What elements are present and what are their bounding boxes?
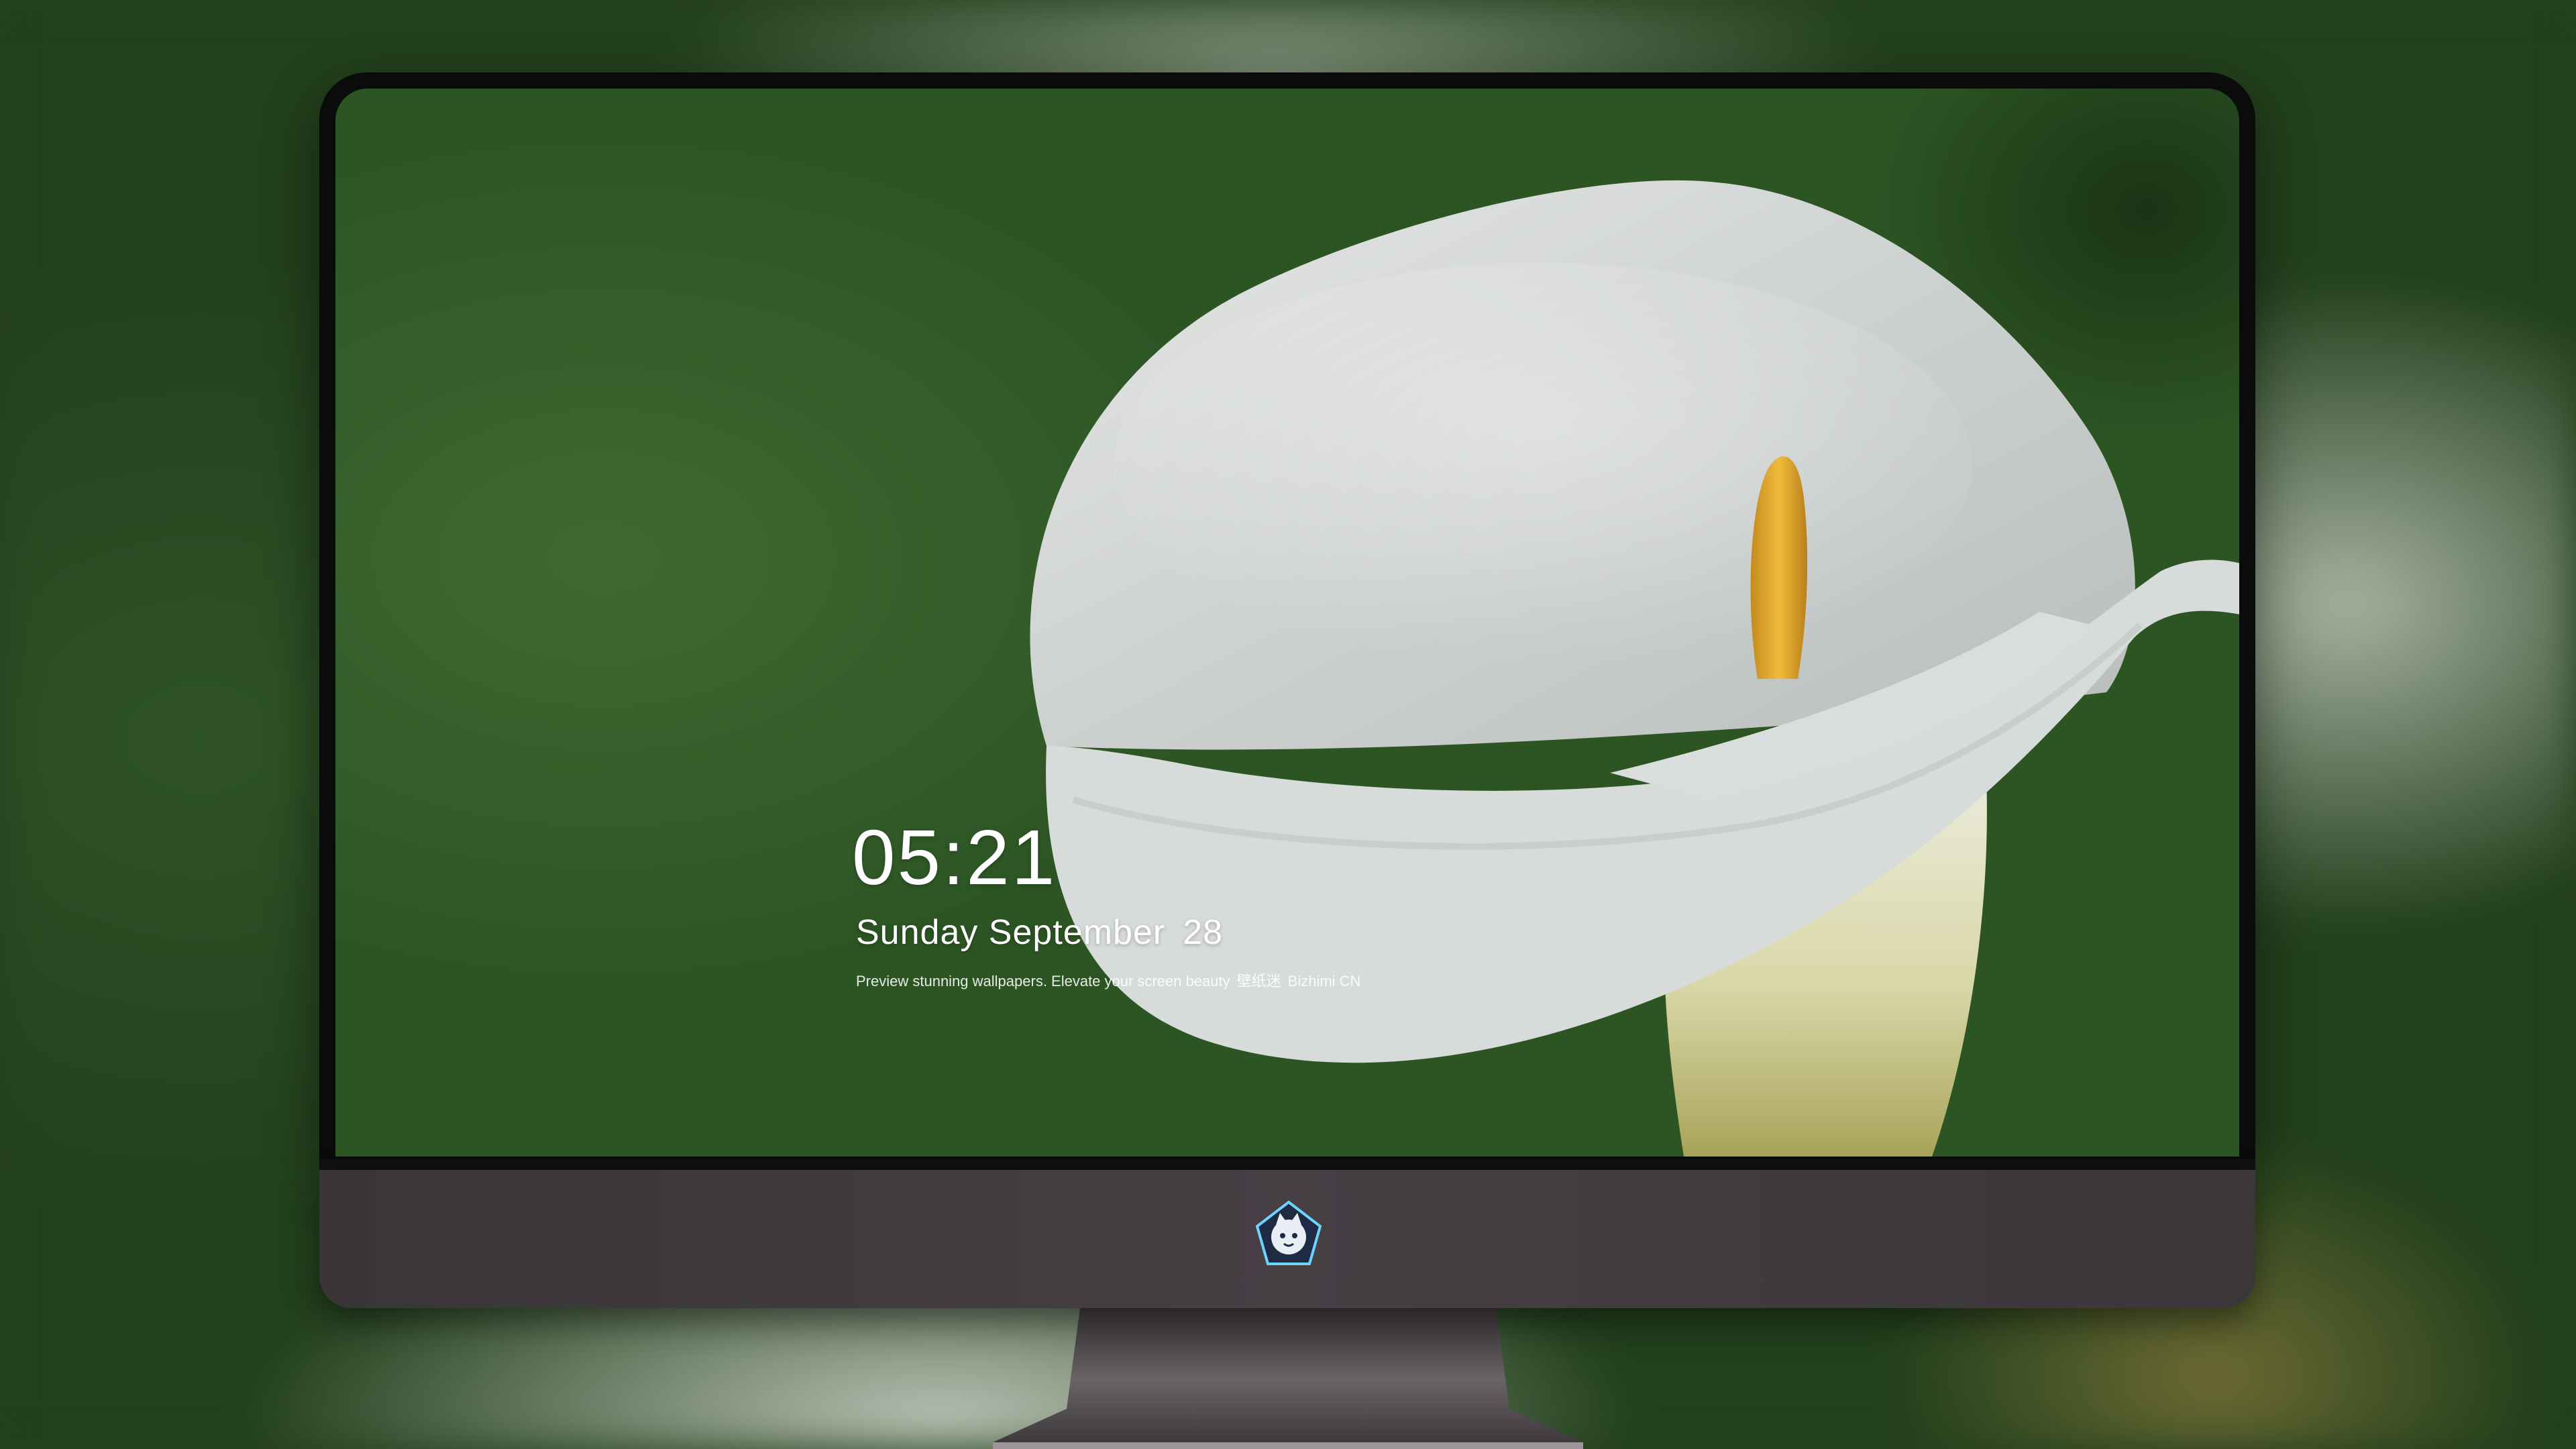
tagline-brand-en: Bizhimi CN (1287, 973, 1361, 989)
cat-mascot-logo-icon (1255, 1200, 1322, 1265)
date-text: Sunday September (856, 913, 1166, 952)
lock-screen-clock: 05:21 (852, 814, 1057, 901)
calla-lily-wallpaper (1030, 180, 2239, 1157)
desktop-screen: 05:21 Sunday September 28 Preview stunnin… (335, 89, 2239, 1157)
monitor-frame: 05:21 Sunday September 28 Preview stunnin… (319, 72, 2255, 1159)
lock-screen-date: Sunday September 28 (856, 915, 1223, 950)
date-day-number: 28 (1183, 913, 1224, 952)
tagline-brand-cn: 壁纸迷 (1236, 973, 1281, 989)
tagline-text: Preview stunning wallpapers. Elevate you… (856, 973, 1230, 989)
wallpaper-tagline: Preview stunning wallpapers. Elevate you… (856, 974, 1367, 989)
monitor-bezel-bottom (319, 1159, 2255, 1170)
monitor-stand (993, 1308, 1583, 1449)
